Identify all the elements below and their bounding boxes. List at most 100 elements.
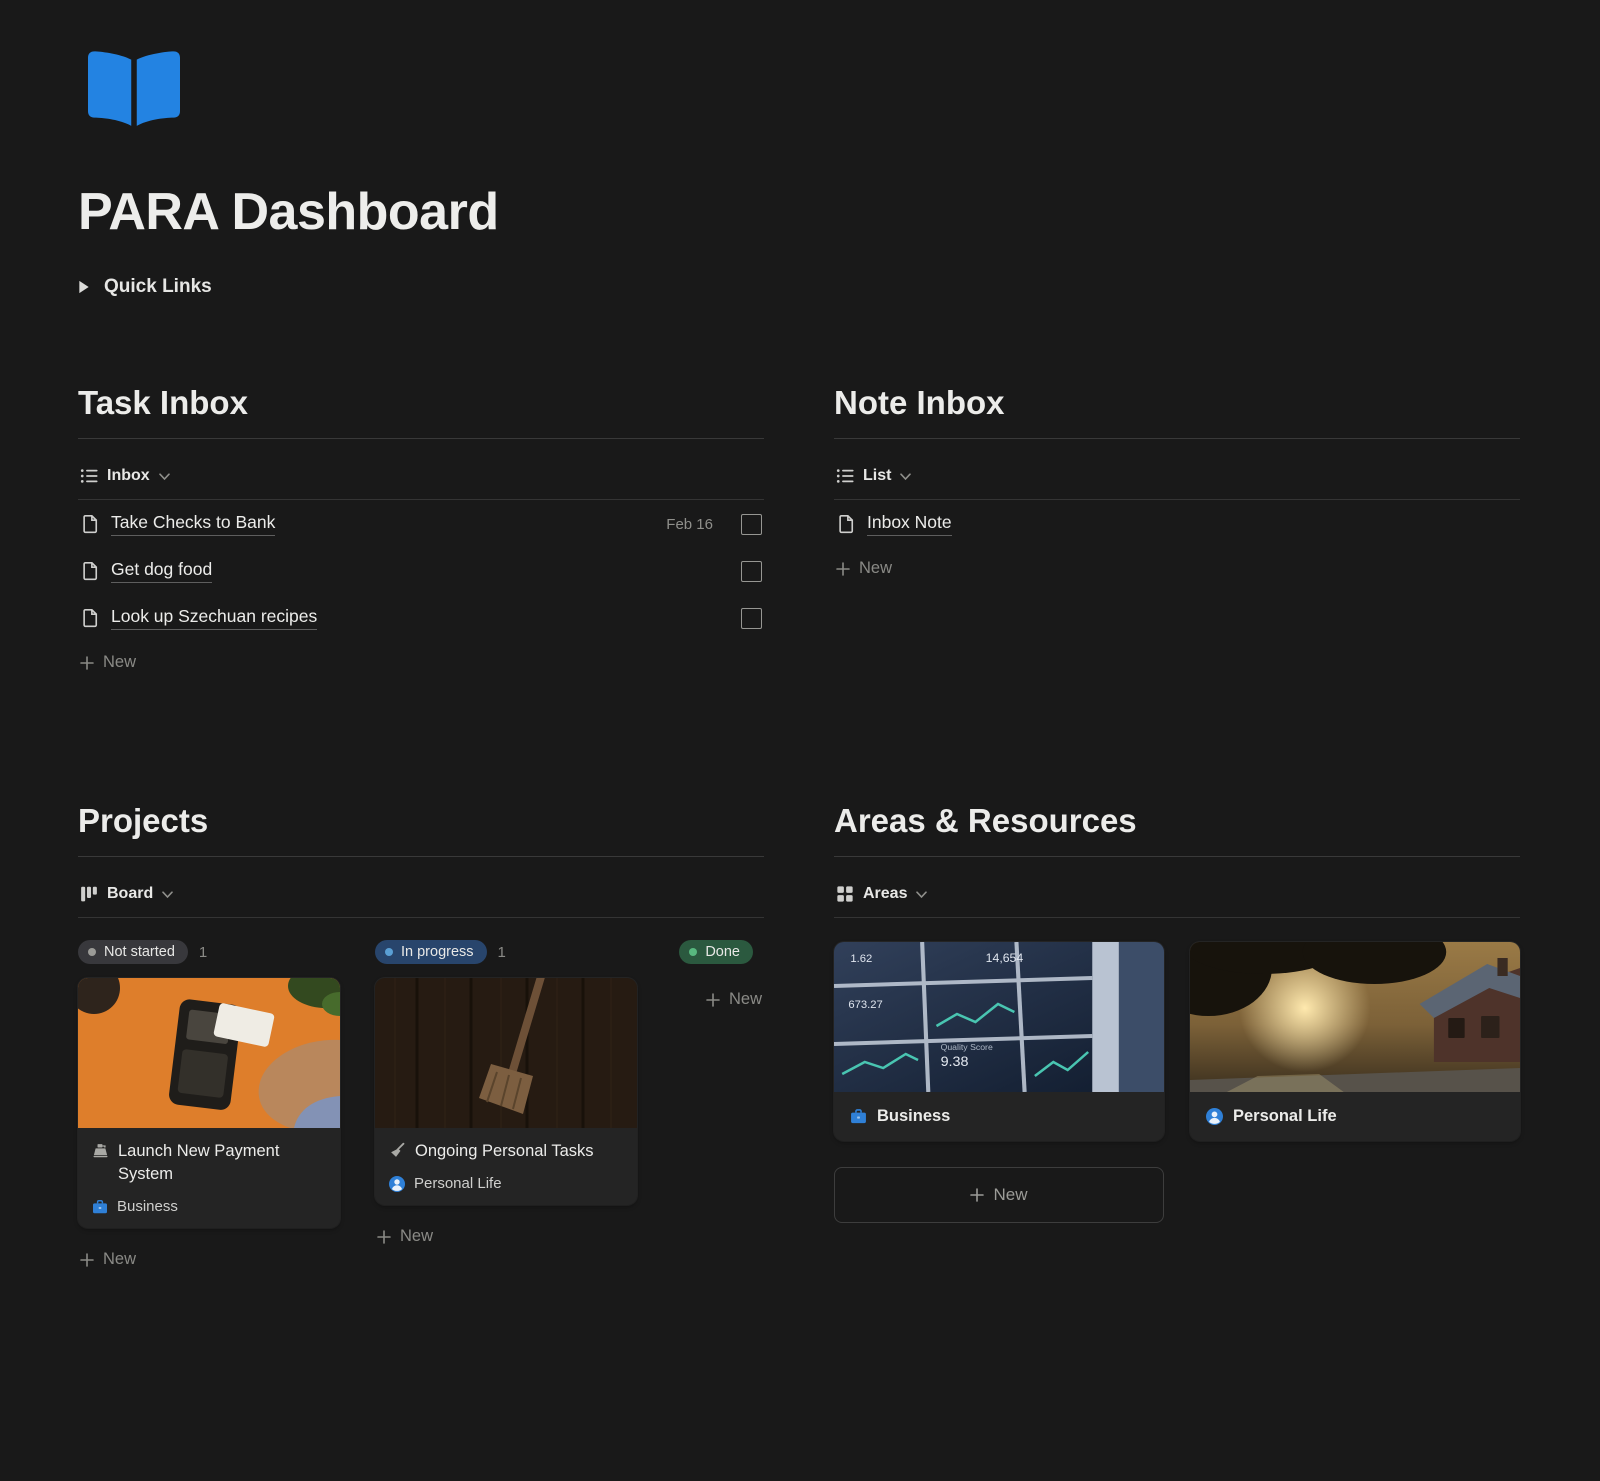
chart-number: 14,654 — [986, 951, 1024, 965]
task-row[interactable]: Get dog food — [78, 547, 764, 594]
area-card-business[interactable]: 14,654 1.62 673.27 Quality Score 9.38 Bu… — [834, 942, 1164, 1141]
note-row[interactable]: Inbox Note — [834, 500, 1520, 547]
task-title[interactable]: Get dog food — [111, 559, 212, 583]
bulleted-list-icon — [836, 467, 854, 485]
broom-icon — [389, 1142, 406, 1159]
person-icon — [389, 1176, 405, 1192]
task-title[interactable]: Take Checks to Bank — [111, 512, 275, 536]
task-checkbox[interactable] — [741, 608, 762, 629]
new-project-button[interactable]: New — [375, 1215, 435, 1258]
view-tab-board[interactable]: Board — [80, 885, 173, 903]
toggle-triangle-icon — [78, 280, 90, 294]
project-card-tag: Personal Life — [414, 1175, 502, 1192]
task-inbox-title: Task Inbox — [78, 384, 764, 439]
chart-number: 673.27 — [848, 999, 882, 1011]
new-task-button[interactable]: New — [78, 641, 138, 684]
board-column-in-progress: In progress 1 — [375, 940, 637, 1281]
status-pill[interactable]: Not started — [78, 940, 188, 964]
task-checkbox[interactable] — [741, 561, 762, 582]
view-tab-label: Areas — [863, 885, 907, 903]
view-tab-inbox[interactable]: Inbox — [80, 467, 170, 485]
area-card-caption: Personal Life — [1190, 1092, 1520, 1141]
chevron-down-icon — [900, 471, 911, 481]
briefcase-icon — [850, 1108, 867, 1125]
gallery-icon — [836, 885, 854, 903]
chart-number: 9.38 — [941, 1054, 969, 1070]
project-card-tag: Business — [117, 1198, 178, 1215]
view-tab-label: Board — [107, 885, 153, 903]
page-logo — [88, 50, 180, 130]
new-label: New — [993, 1185, 1027, 1205]
quick-links-label: Quick Links — [104, 276, 212, 298]
person-icon — [1206, 1108, 1223, 1125]
area-card-title: Business — [877, 1107, 950, 1126]
new-project-button[interactable]: New — [78, 1238, 138, 1281]
project-card-ongoing-personal[interactable]: Ongoing Personal Tasks Personal Life — [375, 978, 637, 1205]
briefcase-icon — [92, 1199, 108, 1215]
plus-icon — [80, 656, 94, 670]
chevron-down-icon — [162, 889, 173, 899]
house-sunset-cover-image — [1190, 942, 1520, 1092]
areas-title: Areas & Resources — [834, 802, 1520, 857]
new-project-button[interactable]: New — [704, 978, 764, 1021]
new-note-button[interactable]: New — [834, 547, 894, 590]
plus-icon — [836, 562, 850, 576]
cash-register-icon — [92, 1142, 109, 1159]
project-card-title: Launch New Payment System — [118, 1140, 326, 1186]
para-dashboard-page: PARA Dashboard Quick Links Task Inbox In… — [0, 0, 1600, 1341]
note-inbox-title: Note Inbox — [834, 384, 1520, 439]
column-header: In progress 1 — [375, 940, 637, 964]
note-inbox-section: Note Inbox List Inbox Note — [834, 384, 1520, 684]
column-count: 1 — [498, 944, 506, 961]
payment-terminal-cover-image — [78, 978, 340, 1128]
page-icon — [836, 514, 856, 534]
bulleted-list-icon — [80, 467, 98, 485]
task-title[interactable]: Look up Szechuan recipes — [111, 606, 317, 630]
projects-board: Not started 1 — [78, 940, 764, 1281]
new-label: New — [103, 1250, 136, 1269]
chevron-down-icon — [159, 471, 170, 481]
column-count: 1 — [199, 944, 207, 961]
project-card-launch-payment[interactable]: Launch New Payment System Business — [78, 978, 340, 1228]
note-title[interactable]: Inbox Note — [867, 512, 952, 536]
plus-icon — [706, 993, 720, 1007]
page-icon — [80, 608, 100, 628]
task-row[interactable]: Look up Szechuan recipes — [78, 594, 764, 641]
projects-title: Projects — [78, 802, 764, 857]
project-card-tag-row: Personal Life — [389, 1175, 623, 1192]
note-inbox-view-row: List — [834, 455, 1520, 500]
page-icon — [80, 514, 100, 534]
status-pill[interactable]: Done — [679, 940, 753, 964]
new-label: New — [859, 559, 892, 578]
stock-charts-cover-image: 14,654 1.62 673.27 Quality Score 9.38 — [834, 942, 1164, 1092]
area-card-caption: Business — [834, 1092, 1164, 1141]
task-checkbox[interactable] — [741, 514, 762, 535]
project-card-body: Ongoing Personal Tasks Personal Life — [375, 1128, 637, 1205]
areas-view-row: Areas — [834, 873, 1520, 918]
status-dot-icon — [689, 948, 697, 956]
status-label: Done — [705, 944, 740, 960]
broom-on-wood-cover-image — [375, 978, 637, 1128]
areas-gallery: 14,654 1.62 673.27 Quality Score 9.38 Bu… — [834, 942, 1520, 1223]
view-tab-label: Inbox — [107, 467, 150, 485]
chevron-down-icon — [916, 889, 927, 899]
view-tab-areas[interactable]: Areas — [836, 885, 927, 903]
area-card-personal-life[interactable]: Personal Life — [1190, 942, 1520, 1141]
chart-label: Quality Score — [941, 1042, 993, 1052]
status-label: Not started — [104, 944, 175, 960]
task-row[interactable]: Take Checks to Bank Feb 16 — [78, 500, 764, 547]
projects-section: Projects Board — [78, 802, 764, 1281]
quick-links-toggle[interactable]: Quick Links — [78, 276, 1520, 298]
view-tab-label: List — [863, 467, 891, 485]
new-area-button[interactable]: New — [834, 1167, 1164, 1223]
status-dot-icon — [385, 948, 393, 956]
column-header: Not started 1 — [78, 940, 340, 964]
task-date: Feb 16 — [666, 516, 713, 533]
page-title: PARA Dashboard — [78, 182, 1520, 242]
view-tab-list[interactable]: List — [836, 467, 911, 485]
new-label: New — [103, 653, 136, 672]
chart-number: 1.62 — [850, 953, 872, 965]
status-pill[interactable]: In progress — [375, 940, 487, 964]
project-card-title: Ongoing Personal Tasks — [415, 1140, 594, 1163]
status-dot-icon — [88, 948, 96, 956]
